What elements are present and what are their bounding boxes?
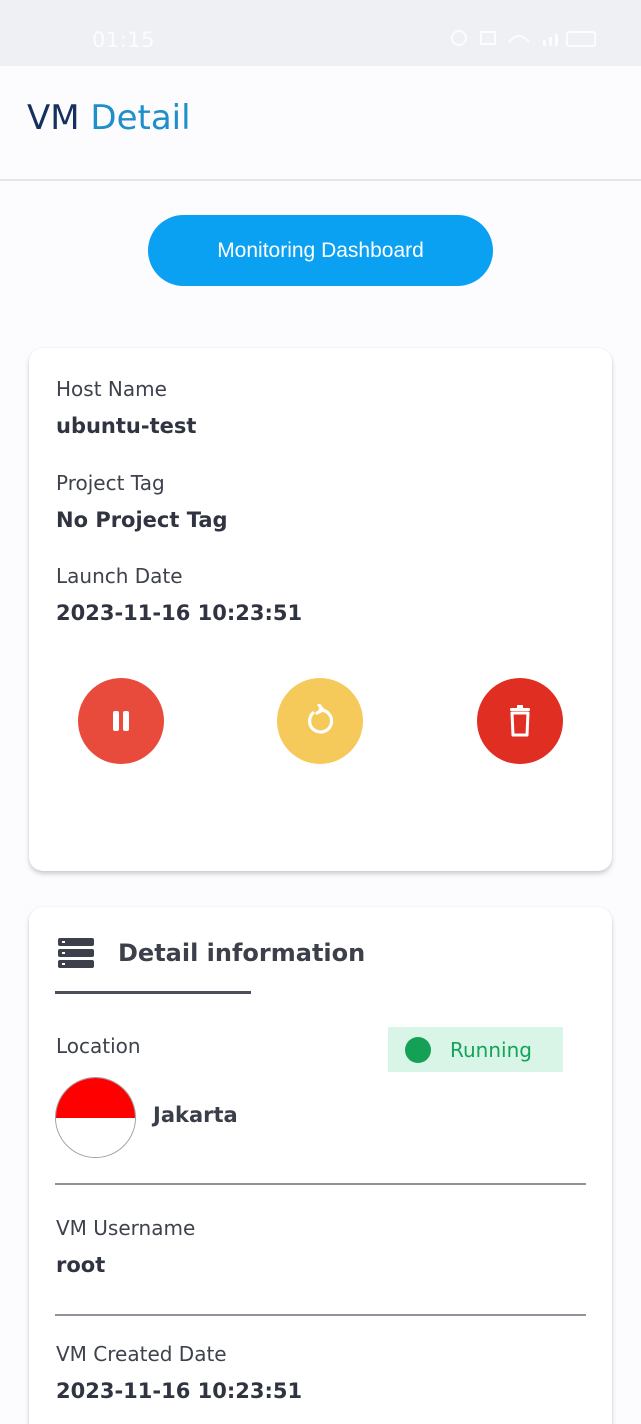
monitoring-dashboard-button[interactable]: Monitoring Dashboard: [148, 215, 493, 286]
project-tag-value: No Project Tag: [56, 508, 228, 532]
status-text: Running: [450, 1037, 532, 1062]
page-title-part2: Detail: [90, 98, 191, 138]
host-name-value: ubuntu-test: [56, 414, 197, 438]
section-header: Detail information: [56, 937, 365, 969]
status-icons: [451, 28, 601, 53]
host-name-label: Host Name: [56, 377, 167, 401]
vm-summary-card: Host Name ubuntu-test Project Tag No Pro…: [29, 348, 612, 871]
location-label: Location: [56, 1034, 141, 1058]
section-underline: [55, 991, 251, 994]
pause-icon: [113, 711, 129, 731]
launch-date-label: Launch Date: [56, 564, 183, 588]
vm-created-date-label: VM Created Date: [56, 1342, 227, 1366]
delete-button[interactable]: [477, 678, 563, 764]
vm-created-date-value: 2023-11-16 10:23:51: [56, 1379, 303, 1403]
location-value: Jakarta: [153, 1103, 238, 1127]
status-dot-icon: [405, 1036, 431, 1063]
server-list-icon: [58, 938, 94, 968]
vm-username-value: root: [56, 1253, 106, 1277]
wifi-icon: [451, 30, 596, 47]
status-time: 01:15: [92, 28, 156, 52]
divider: [55, 1314, 586, 1316]
vm-username-label: VM Username: [56, 1216, 196, 1240]
status-badge: Running: [388, 1027, 563, 1072]
page-title: VM Detail: [27, 98, 191, 138]
divider: [55, 1183, 586, 1185]
detail-information-card: Detail information Location Running Jaka…: [29, 907, 612, 1424]
section-title: Detail information: [118, 939, 366, 967]
indonesia-flag-icon: [55, 1077, 136, 1158]
status-bar: 01:15: [0, 0, 641, 66]
restart-icon: [308, 704, 334, 734]
project-tag-label: Project Tag: [56, 471, 165, 495]
restart-button[interactable]: [277, 678, 363, 764]
launch-date-value: 2023-11-16 10:23:51: [56, 601, 303, 625]
trash-icon: [510, 705, 530, 737]
page-title-part1: VM: [27, 98, 80, 138]
app-header: VM Detail: [0, 66, 641, 181]
pause-button[interactable]: [78, 678, 164, 764]
